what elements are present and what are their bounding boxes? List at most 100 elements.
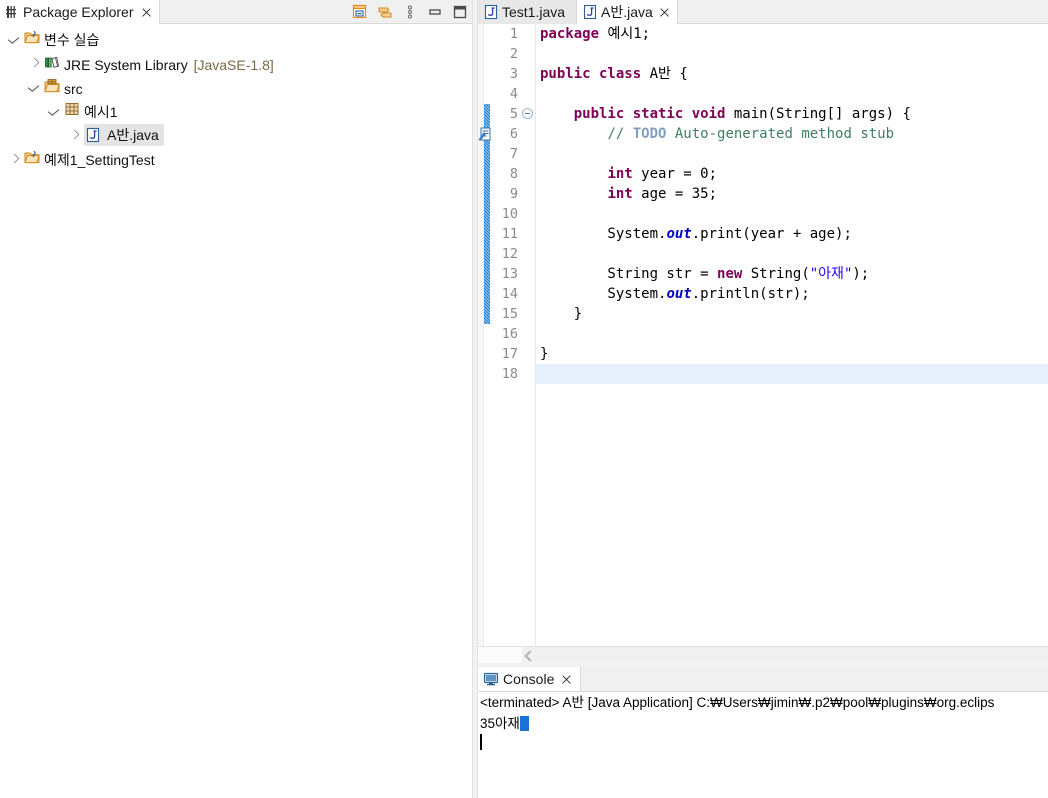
- tab-label: Package Explorer: [23, 4, 134, 20]
- editor-tab-row: Test1.java A반.java: [478, 0, 1048, 24]
- code-token: }: [540, 306, 583, 322]
- tab-console[interactable]: Console: [478, 667, 582, 691]
- code-token: 예시1;: [599, 26, 651, 42]
- line-number: 18: [501, 366, 518, 382]
- eclipse-ide-window: Package Explorer 변수 실습 JRE System Librar…: [0, 0, 1048, 798]
- chevron-down-icon[interactable]: [26, 79, 42, 95]
- tree-item-label: 예시1: [84, 103, 118, 120]
- editor-horizontal-scrollbar[interactable]: [478, 646, 1048, 663]
- tab-label: Console: [503, 671, 555, 687]
- editor-scroll-track[interactable]: [478, 647, 522, 663]
- code-token: );: [852, 266, 870, 282]
- chevron-right-icon[interactable]: [66, 127, 82, 143]
- code-line[interactable]: public class A반 {: [536, 64, 1048, 84]
- chevron-down-icon[interactable]: [46, 103, 62, 119]
- code-token: package: [540, 26, 600, 42]
- line-number: 7: [509, 146, 518, 162]
- project-tree[interactable]: 변수 실습 JRE System Library [JavaSE-1.8] src 예…: [0, 24, 472, 798]
- tree-item[interactable]: A반.java: [0, 123, 472, 147]
- java-project-icon: [24, 150, 40, 168]
- chevron-right-icon[interactable]: [6, 151, 22, 167]
- tree-item[interactable]: 변수 실습: [0, 27, 472, 51]
- code-line[interactable]: String str = new String("아재");: [536, 264, 1048, 284]
- java-editor[interactable]: 1 2 3 4 5 6 7 8 9 10 11 12 13 14 15 16 17 18 package 예시1;…: [478, 24, 1048, 663]
- tab-package-explorer[interactable]: Package Explorer: [0, 0, 160, 24]
- line-number: 14: [501, 286, 518, 302]
- scroll-left-arrow-icon[interactable]: [522, 649, 535, 662]
- code-line[interactable]: [536, 324, 1048, 344]
- tree-item-label: 예제1_SettingTest: [44, 151, 155, 168]
- code-token: new: [717, 266, 743, 282]
- code-token: "아재": [809, 266, 853, 282]
- code-line[interactable]: [536, 44, 1048, 64]
- code-token: TODO: [632, 126, 667, 142]
- tree-item[interactable]: src: [0, 75, 472, 99]
- tree-item-label: JRE System Library: [64, 56, 192, 73]
- code-token: //: [607, 126, 633, 142]
- source-folder-icon: [44, 78, 60, 97]
- code-token: int: [607, 186, 633, 202]
- chevron-down-icon[interactable]: [6, 31, 22, 47]
- code-line[interactable]: package 예시1;: [536, 24, 1048, 44]
- tree-item-content: 예제1_SettingTest: [24, 149, 157, 170]
- code-line[interactable]: [536, 364, 1048, 384]
- collapse-all-icon[interactable]: [352, 4, 368, 20]
- line-number: 12: [501, 246, 518, 262]
- link-with-editor-icon[interactable]: [377, 4, 393, 20]
- tree-item-content: src: [44, 78, 85, 97]
- close-icon[interactable]: [140, 6, 153, 19]
- fold-collapse-icon[interactable]: [522, 108, 533, 119]
- code-token: out: [666, 286, 692, 302]
- code-line[interactable]: System.out.print(year + age);: [536, 224, 1048, 244]
- java-project-icon: [24, 30, 40, 48]
- code-line[interactable]: System.out.println(str);: [536, 284, 1048, 304]
- code-line[interactable]: }: [536, 344, 1048, 364]
- code-line[interactable]: [536, 204, 1048, 224]
- code-token: }: [540, 346, 549, 362]
- code-line[interactable]: public static void main(String[] args) {: [536, 104, 1048, 124]
- editor-tab[interactable]: A반.java: [577, 0, 678, 24]
- close-icon[interactable]: [658, 6, 671, 19]
- tree-item[interactable]: JRE System Library [JavaSE-1.8]: [0, 51, 472, 75]
- console-output-text: 35아재: [480, 716, 520, 731]
- code-token: .println(str);: [691, 286, 810, 302]
- editor-tab[interactable]: Test1.java: [478, 0, 578, 24]
- java-file-icon: [582, 4, 598, 20]
- tree-item-label: 변수 실습: [44, 31, 100, 48]
- chevron-right-icon[interactable]: [26, 55, 42, 71]
- tree-item-content: 변수 실습: [24, 29, 101, 50]
- jre-library-icon: [44, 56, 60, 73]
- code-line[interactable]: [536, 84, 1048, 104]
- line-number: 3: [509, 66, 518, 82]
- tree-item[interactable]: 예시1: [0, 99, 472, 123]
- code-line[interactable]: [536, 244, 1048, 264]
- minimize-icon[interactable]: [427, 4, 443, 20]
- console-output-area[interactable]: <terminated> A반 [Java Application] C:₩Us…: [478, 692, 1048, 798]
- tree-item-content: JRE System Library [JavaSE-1.8]: [44, 54, 274, 73]
- line-number: 11: [501, 226, 518, 242]
- view-menu-icon[interactable]: [402, 4, 418, 20]
- line-number: 10: [501, 206, 518, 222]
- editor-tab-label: A반.java: [601, 4, 653, 20]
- code-line[interactable]: // TODO Auto-generated method stub: [536, 124, 1048, 144]
- maximize-icon[interactable]: [452, 4, 468, 20]
- close-icon[interactable]: [560, 673, 573, 686]
- code-token: out: [666, 226, 692, 242]
- line-number: 5: [509, 106, 518, 122]
- code-token: public static void: [573, 106, 726, 122]
- tree-item[interactable]: 예제1_SettingTest: [0, 147, 472, 171]
- package-explorer-view: Package Explorer 변수 실습 JRE System Librar…: [0, 0, 472, 798]
- java-file-icon: [483, 4, 499, 20]
- code-line[interactable]: int year = 0;: [536, 164, 1048, 184]
- code-text-area[interactable]: package 예시1; public class A반 { public st…: [536, 24, 1048, 646]
- code-token: System.: [540, 286, 667, 302]
- code-line[interactable]: }: [536, 304, 1048, 324]
- code-line[interactable]: int age = 35;: [536, 184, 1048, 204]
- folding-column[interactable]: [520, 24, 536, 646]
- editor-tab-label: Test1.java: [502, 4, 566, 20]
- code-line[interactable]: [536, 144, 1048, 164]
